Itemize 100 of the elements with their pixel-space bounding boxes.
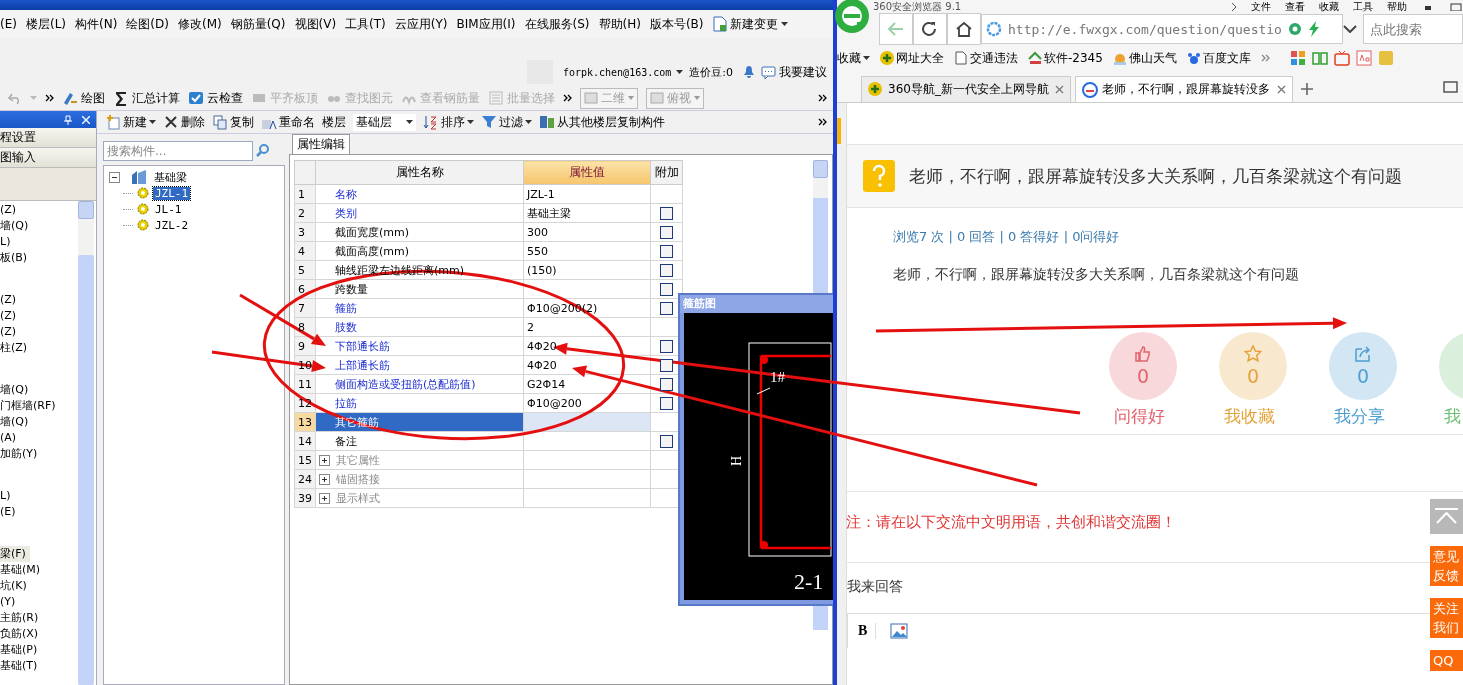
checkbox[interactable] [660,339,673,353]
toolbar-button[interactable]: 重命名 [261,113,315,131]
maximize-icon[interactable] [1449,2,1463,11]
nav-item[interactable]: 墙(Q) [0,218,29,234]
menu-item[interactable]: 钢筋量(Q) [230,15,286,33]
properties-tab[interactable]: 属性编辑 [292,134,350,154]
toolbar-button[interactable]: 汇总计算 [113,89,180,107]
scrollbar[interactable] [78,201,94,685]
bookmark-link[interactable]: 网址大全 [880,49,944,67]
search-field[interactable]: 点此搜索 [1363,14,1463,44]
checkbox[interactable] [660,396,673,410]
tree-item[interactable]: JL-1 [153,202,184,216]
home-icon[interactable] [947,13,981,45]
toolbar-button[interactable]: 排序 [423,113,474,131]
toolbar-button[interactable]: 云检查 [188,89,243,107]
book-icon[interactable] [1311,50,1328,66]
search-icon[interactable] [255,143,271,159]
account-dropdown[interactable]: forpk.chen@163.com [562,66,684,78]
nav-item[interactable]: (Z) [0,202,17,218]
nav-item[interactable]: 墙(Q) [0,414,29,430]
window-icon[interactable] [1443,81,1459,95]
double-chevron-icon[interactable] [563,94,572,102]
menu-item[interactable]: 绘图(D) [126,15,169,33]
toolbar-button[interactable]: 从其他楼层复制构件 [539,113,665,131]
menu-item[interactable]: 视图(V) [294,15,337,33]
pin-icon[interactable] [64,114,72,125]
chevron-down-icon[interactable] [1343,25,1357,33]
menu-item[interactable]: 帮助(H) [598,15,641,33]
nav-item[interactable]: 柱(Z) [0,340,28,356]
toolbar-button[interactable]: 过滤 [481,113,532,131]
toolbar-button[interactable]: 新建 [105,113,156,131]
new-change-button[interactable]: 新建变更 [712,15,788,33]
checkbox[interactable] [660,358,673,372]
nav-item[interactable]: (Z) [0,308,17,324]
document-icon[interactable] [1355,50,1372,66]
address-bar[interactable]: http://e.fwxgx.com/question/questio [981,14,1343,44]
browser-tab[interactable]: 老师，不行啊，跟屏幕旋转没多 [1075,76,1293,102]
nav-item[interactable]: (Z) [0,324,17,340]
double-chevron-icon[interactable] [45,94,54,102]
nav-section-button[interactable]: 程设置 [0,128,96,148]
tv-icon[interactable] [1333,50,1350,66]
menu-item[interactable]: (E) [0,17,17,31]
plus-box-icon[interactable] [319,474,330,485]
caret-icon[interactable] [149,120,156,124]
nav-item[interactable]: 板(B) [0,250,28,266]
menu-item[interactable]: 收藏 [1319,0,1339,13]
close-icon[interactable] [1277,85,1286,94]
plus-icon[interactable] [1301,83,1313,95]
nav-item[interactable]: 主筋(R) [0,610,39,626]
close-icon[interactable] [1055,85,1064,94]
checkbox[interactable] [660,263,673,277]
suggestion-button[interactable]: 我要建议 [761,63,827,81]
image-icon[interactable] [890,623,909,639]
menu-item[interactable]: 楼层(L) [25,15,66,33]
toolbar-button[interactable]: 绘图 [62,89,105,107]
nav-item[interactable]: 墙(Q) [0,382,29,398]
nav-item[interactable]: 梁(F) [0,546,30,562]
nav-item[interactable]: 负筋(X) [0,626,39,642]
checkbox[interactable] [660,377,673,391]
nav-item[interactable]: 基础(M) [0,562,41,578]
plus-box-icon[interactable] [319,455,330,466]
plus-box-icon[interactable] [319,493,330,504]
caret-icon[interactable] [863,56,870,60]
nav-item[interactable]: (E) [0,504,16,520]
double-chevron-icon[interactable] [818,94,827,102]
menu-item[interactable]: 版本号(B) [649,15,704,33]
bold-button[interactable]: B [858,623,877,639]
tree-item[interactable]: JZL-1 [153,186,191,200]
checkbox[interactable] [660,282,673,296]
checkbox[interactable] [660,206,673,220]
caret-icon[interactable] [780,22,788,26]
browser-tab[interactable]: 360导航_新一代安全上网导航 [861,76,1071,102]
reload-icon[interactable] [913,13,947,45]
menu-item[interactable]: 工具(T) [345,15,386,33]
bookmark-link[interactable]: 佛山天气 [1112,49,1177,67]
checkbox[interactable] [660,434,673,448]
menu-item[interactable]: 在线服务(S) [524,15,590,33]
nav-item[interactable]: 门框墙(RF) [0,398,56,414]
checkbox[interactable] [660,301,673,315]
menu-item[interactable]: 工具 [1353,0,1373,13]
bookmark-link[interactable]: 收藏 [837,49,870,67]
caret-icon[interactable] [676,70,684,74]
nav-item[interactable]: (Y) [0,594,16,610]
menu-item[interactable]: 修改(M) [177,15,222,33]
minus-box-icon[interactable] [109,171,120,183]
nav-item[interactable]: L) [0,234,11,250]
caret-icon[interactable] [467,120,474,124]
nav-item[interactable]: 基础(T) [0,658,38,674]
nav-item[interactable]: (Z) [0,292,17,308]
caret-icon[interactable] [525,120,532,124]
nav-section-button[interactable]: 图输入 [0,148,96,168]
floor-dropdown[interactable]: 基础层 [353,113,416,131]
menu-item[interactable]: 查看 [1285,0,1305,13]
menu-item[interactable]: 构件(N) [75,15,118,33]
checkbox[interactable] [660,225,673,239]
menu-item[interactable]: 帮助 [1387,0,1407,13]
bookmark-link[interactable]: 交通违法 [954,49,1018,67]
tree-item[interactable]: JZL-2 [153,218,191,232]
nav-item[interactable]: (A) [0,430,17,446]
nav-item[interactable]: L) [0,488,11,504]
